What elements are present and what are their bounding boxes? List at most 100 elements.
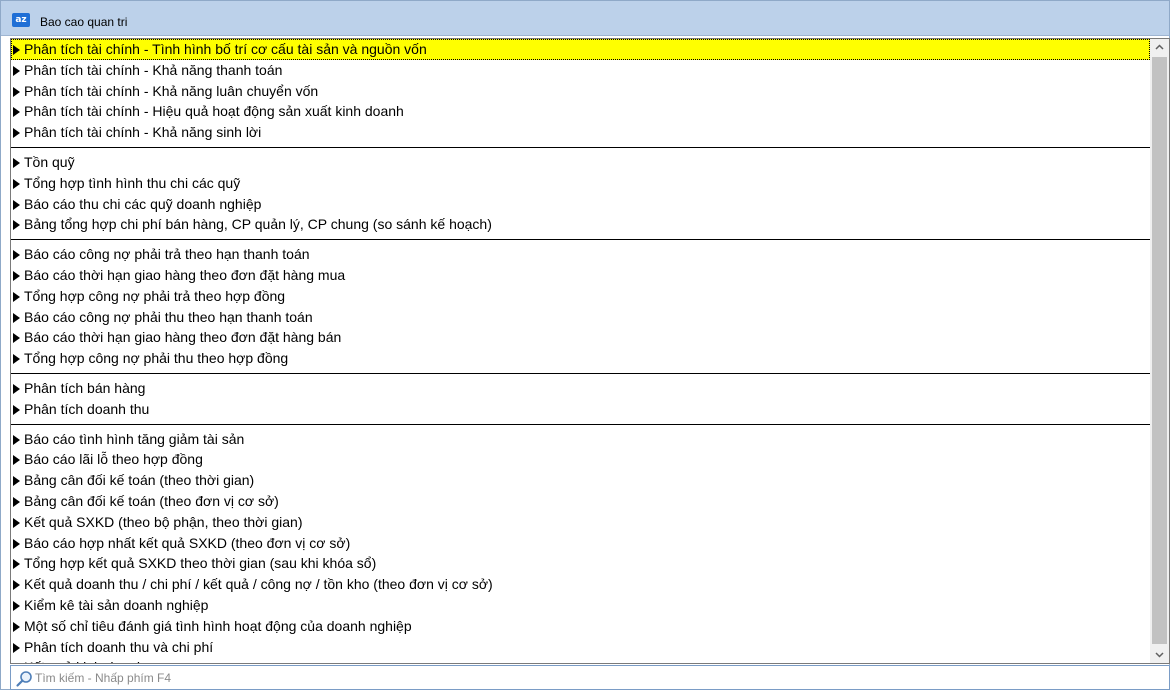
report-list-item[interactable]: Một số chỉ tiêu đánh giá tình hình hoạt … — [11, 616, 1150, 637]
report-item-label: Bảng cân đối kế toán (theo thời gian) — [24, 472, 255, 489]
scroll-down-button[interactable] — [1150, 646, 1169, 663]
scroll-up-button[interactable] — [1150, 39, 1169, 56]
report-list-item[interactable]: Kết quả kinh doanh — [11, 657, 1150, 663]
triangle-right-icon — [13, 621, 20, 632]
report-item-label: Phân tích tài chính - Hiệu quả hoạt động… — [24, 103, 404, 120]
triangle-right-icon — [13, 312, 20, 323]
report-item-label: Phân tích tài chính - Khả năng sinh lời — [24, 124, 262, 141]
report-list-item[interactable]: Báo cáo hợp nhất kết quả SXKD (theo đơn … — [11, 533, 1150, 554]
report-list-item[interactable]: Báo cáo công nợ phải trả theo hạn thanh … — [11, 244, 1150, 265]
report-item-label: Bảng cân đối kế toán (theo đơn vị cơ sở) — [24, 492, 279, 509]
report-list-item[interactable]: Kết quả doanh thu / chi phí / kết quả / … — [11, 574, 1150, 595]
vertical-scrollbar[interactable] — [1150, 39, 1169, 663]
window-title: Bao cao quan tri — [40, 15, 128, 29]
group-separator — [11, 369, 1150, 378]
report-item-label: Phân tích tài chính - Khả năng thanh toá… — [24, 61, 283, 78]
report-list-item[interactable]: Phân tích tài chính - Khả năng sinh lời — [11, 122, 1150, 143]
report-item-label: Báo cáo hợp nhất kết quả SXKD (theo đơn … — [24, 534, 351, 551]
report-list-item[interactable]: Báo cáo thời hạn giao hàng theo đơn đặt … — [11, 265, 1150, 286]
triangle-right-icon — [13, 538, 20, 549]
group-separator — [11, 420, 1150, 429]
report-list-item[interactable]: Báo cáo thu chi các quỹ doanh nghiệp — [11, 194, 1150, 215]
report-list-item[interactable]: Tồn quỹ — [11, 152, 1150, 173]
chevron-down-icon — [1155, 652, 1164, 658]
report-item-label: Bảng tổng hợp chi phí bán hàng, CP quản … — [24, 216, 492, 233]
search-input[interactable] — [35, 668, 1155, 687]
report-list: Phân tích tài chính - Tình hình bố trí c… — [11, 39, 1150, 663]
group-separator — [11, 143, 1150, 152]
triangle-right-icon — [13, 199, 20, 210]
group-separator — [11, 235, 1150, 244]
scroll-thumb[interactable] — [1152, 57, 1167, 644]
triangle-right-icon — [13, 86, 20, 97]
report-item-label: Báo cáo thời hạn giao hàng theo đơn đặt … — [24, 266, 346, 283]
chevron-up-icon — [1155, 44, 1164, 50]
search-bar — [10, 665, 1170, 690]
report-item-label: Tổng hợp công nợ phải trả theo hợp đồng — [24, 287, 286, 304]
report-item-label: Báo cáo tình hình tăng giảm tài sản — [24, 430, 245, 447]
report-list-item[interactable]: Phân tích doanh thu và chi phí — [11, 637, 1150, 658]
report-list-item[interactable]: Phân tích tài chính - Tình hình bố trí c… — [11, 39, 1150, 60]
report-list-item[interactable]: Kết quả SXKD (theo bộ phận, theo thời gi… — [11, 512, 1150, 533]
report-item-label: Phân tích bán hàng — [24, 379, 146, 396]
triangle-right-icon — [13, 333, 20, 344]
triangle-right-icon — [13, 45, 20, 55]
report-list-panel: Phân tích tài chính - Tình hình bố trí c… — [10, 38, 1170, 664]
report-item-label: Kiểm kê tài sản doanh nghiệp — [24, 596, 209, 613]
title-bar[interactable]: az Bao cao quan tri — [1, 1, 1169, 36]
report-list-item[interactable]: Phân tích tài chính - Khả năng luân chuy… — [11, 81, 1150, 102]
report-window: az Bao cao quan tri Phân tích tài chính … — [0, 0, 1170, 690]
report-list-item[interactable]: Tổng hợp công nợ phải trả theo hợp đồng — [11, 286, 1150, 307]
report-list-item[interactable]: Kiểm kê tài sản doanh nghiệp — [11, 595, 1150, 616]
triangle-right-icon — [13, 404, 20, 415]
report-list-item[interactable]: Tổng hợp tình hình thu chi các quỹ — [11, 173, 1150, 194]
triangle-right-icon — [13, 270, 20, 281]
report-item-label: Kết quả kinh doanh — [24, 659, 145, 663]
report-item-label: Một số chỉ tiêu đánh giá tình hình hoạt … — [24, 617, 412, 634]
report-item-label: Báo cáo công nợ phải thu theo hạn thanh … — [24, 308, 313, 325]
report-list-item[interactable]: Phân tích tài chính - Hiệu quả hoạt động… — [11, 101, 1150, 122]
report-list-item[interactable]: Tổng hợp kết quả SXKD theo thời gian (sa… — [11, 553, 1150, 574]
triangle-right-icon — [13, 291, 20, 302]
report-item-label: Phân tích doanh thu và chi phí — [24, 638, 214, 655]
triangle-right-icon — [13, 455, 20, 466]
triangle-right-icon — [13, 65, 20, 76]
report-item-label: Phân tích tài chính - Khả năng luân chuy… — [24, 82, 319, 99]
report-item-label: Báo cáo thu chi các quỹ doanh nghiệp — [24, 195, 262, 212]
report-list-item[interactable]: Báo cáo thời hạn giao hàng theo đơn đặt … — [11, 327, 1150, 348]
triangle-right-icon — [13, 496, 20, 507]
report-list-item[interactable]: Phân tích tài chính - Khả năng thanh toá… — [11, 60, 1150, 81]
triangle-right-icon — [13, 220, 20, 231]
report-list-item[interactable]: Phân tích bán hàng — [11, 378, 1150, 399]
triangle-right-icon — [13, 383, 20, 394]
report-item-label: Tổng hợp công nợ phải thu theo hợp đồng — [24, 350, 289, 367]
triangle-right-icon — [13, 250, 20, 261]
report-item-label: Phân tích tài chính - Tình hình bố trí c… — [24, 41, 427, 57]
triangle-right-icon — [13, 434, 20, 445]
triangle-right-icon — [13, 580, 20, 591]
report-item-label: Báo cáo lãi lỗ theo hợp đồng — [24, 451, 203, 468]
app-logo-icon: az — [12, 13, 30, 27]
report-item-label: Tồn quỹ — [24, 153, 75, 170]
report-item-label: Kết quả SXKD (theo bộ phận, theo thời gi… — [24, 513, 303, 530]
report-item-label: Tổng hợp kết quả SXKD theo thời gian (sa… — [24, 555, 377, 572]
report-list-item[interactable]: Báo cáo công nợ phải thu theo hạn thanh … — [11, 307, 1150, 328]
triangle-right-icon — [13, 476, 20, 487]
report-list-item[interactable]: Bảng tổng hợp chi phí bán hàng, CP quản … — [11, 214, 1150, 235]
report-list-item[interactable]: Báo cáo tình hình tăng giảm tài sản — [11, 429, 1150, 450]
triangle-right-icon — [13, 178, 20, 189]
report-list-item[interactable]: Bảng cân đối kế toán (theo thời gian) — [11, 470, 1150, 491]
report-list-item[interactable]: Tổng hợp công nợ phải thu theo hợp đồng — [11, 348, 1150, 369]
report-item-label: Báo cáo công nợ phải trả theo hạn thanh … — [24, 246, 310, 263]
triangle-right-icon — [13, 517, 20, 528]
triangle-right-icon — [13, 559, 20, 570]
report-item-label: Tổng hợp tình hình thu chi các quỹ — [24, 174, 241, 191]
triangle-right-icon — [13, 128, 20, 139]
report-item-label: Kết quả doanh thu / chi phí / kết quả / … — [24, 576, 493, 593]
report-item-label: Phân tích doanh thu — [24, 400, 150, 417]
triangle-right-icon — [13, 354, 20, 365]
report-list-item[interactable]: Phân tích doanh thu — [11, 399, 1150, 420]
report-list-item[interactable]: Báo cáo lãi lỗ theo hợp đồng — [11, 449, 1150, 470]
report-list-item[interactable]: Bảng cân đối kế toán (theo đơn vị cơ sở) — [11, 491, 1150, 512]
triangle-right-icon — [13, 642, 20, 653]
